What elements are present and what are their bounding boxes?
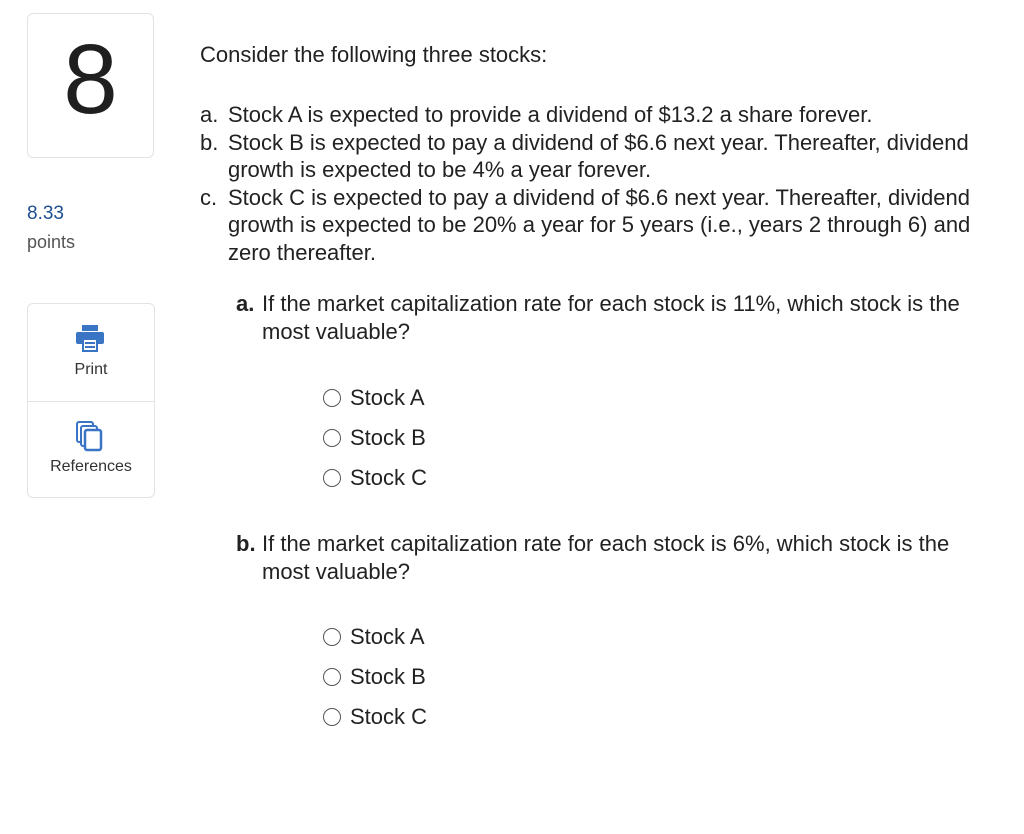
stock-item: a. Stock A is expected to provide a divi… <box>200 101 990 129</box>
radio-button[interactable] <box>323 469 341 487</box>
radio-button[interactable] <box>323 628 341 646</box>
option-label: Stock C <box>350 704 428 729</box>
references-label: References <box>50 458 132 475</box>
tools-panel: Print References <box>27 303 155 498</box>
radio-button[interactable] <box>323 429 341 447</box>
radio-button[interactable] <box>323 708 341 726</box>
print-button[interactable]: Print <box>28 304 154 402</box>
option-label: Stock B <box>350 664 426 689</box>
option-label: Stock A <box>350 385 425 410</box>
option-label: Stock B <box>350 425 426 450</box>
question-b-options: Stock A Stock B Stock C <box>323 617 427 737</box>
print-icon <box>74 324 106 359</box>
option-stock-a[interactable]: Stock A <box>323 378 427 418</box>
radio-button[interactable] <box>323 668 341 686</box>
question-a-options: Stock A Stock B Stock C <box>323 378 427 498</box>
stock-list: a. Stock A is expected to provide a divi… <box>200 101 990 266</box>
question-a: a. If the market capitalization rate for… <box>236 290 996 346</box>
radio-button[interactable] <box>323 389 341 407</box>
question-a-text: If the market capitalization rate for ea… <box>262 291 960 344</box>
question-b: b. If the market capitalization rate for… <box>236 530 996 586</box>
question-number: 8 <box>63 23 118 134</box>
option-stock-b[interactable]: Stock B <box>323 657 427 697</box>
option-stock-c[interactable]: Stock C <box>323 697 427 737</box>
points-label: points <box>27 232 76 252</box>
option-label: Stock C <box>350 465 428 490</box>
stock-item-text: Stock B is expected to pay a dividend of… <box>228 129 969 183</box>
points-value: 8.33 <box>27 203 64 224</box>
question-intro: Consider the following three stocks: <box>200 42 548 67</box>
stock-item: b. Stock B is expected to pay a dividend… <box>200 129 990 184</box>
question-number-box: 8 <box>27 13 154 158</box>
option-stock-c[interactable]: Stock C <box>323 458 427 498</box>
question-a-letter: a. <box>236 291 255 316</box>
option-stock-a[interactable]: Stock A <box>323 617 427 657</box>
option-stock-b[interactable]: Stock B <box>323 418 427 458</box>
stock-item-text: Stock C is expected to pay a dividend of… <box>228 184 971 265</box>
references-icon <box>74 420 106 459</box>
question-b-letter: b. <box>236 531 256 556</box>
stock-item-text: Stock A is expected to provide a dividen… <box>228 102 873 127</box>
question-b-text: If the market capitalization rate for ea… <box>262 531 950 584</box>
stock-item-letter: b. <box>200 129 219 155</box>
stock-item: c. Stock C is expected to pay a dividend… <box>200 184 990 267</box>
option-label: Stock A <box>350 624 425 649</box>
stock-item-letter: a. <box>200 102 219 127</box>
references-button[interactable]: References <box>28 402 154 498</box>
print-label: Print <box>74 361 108 378</box>
stock-item-letter: c. <box>200 184 218 210</box>
